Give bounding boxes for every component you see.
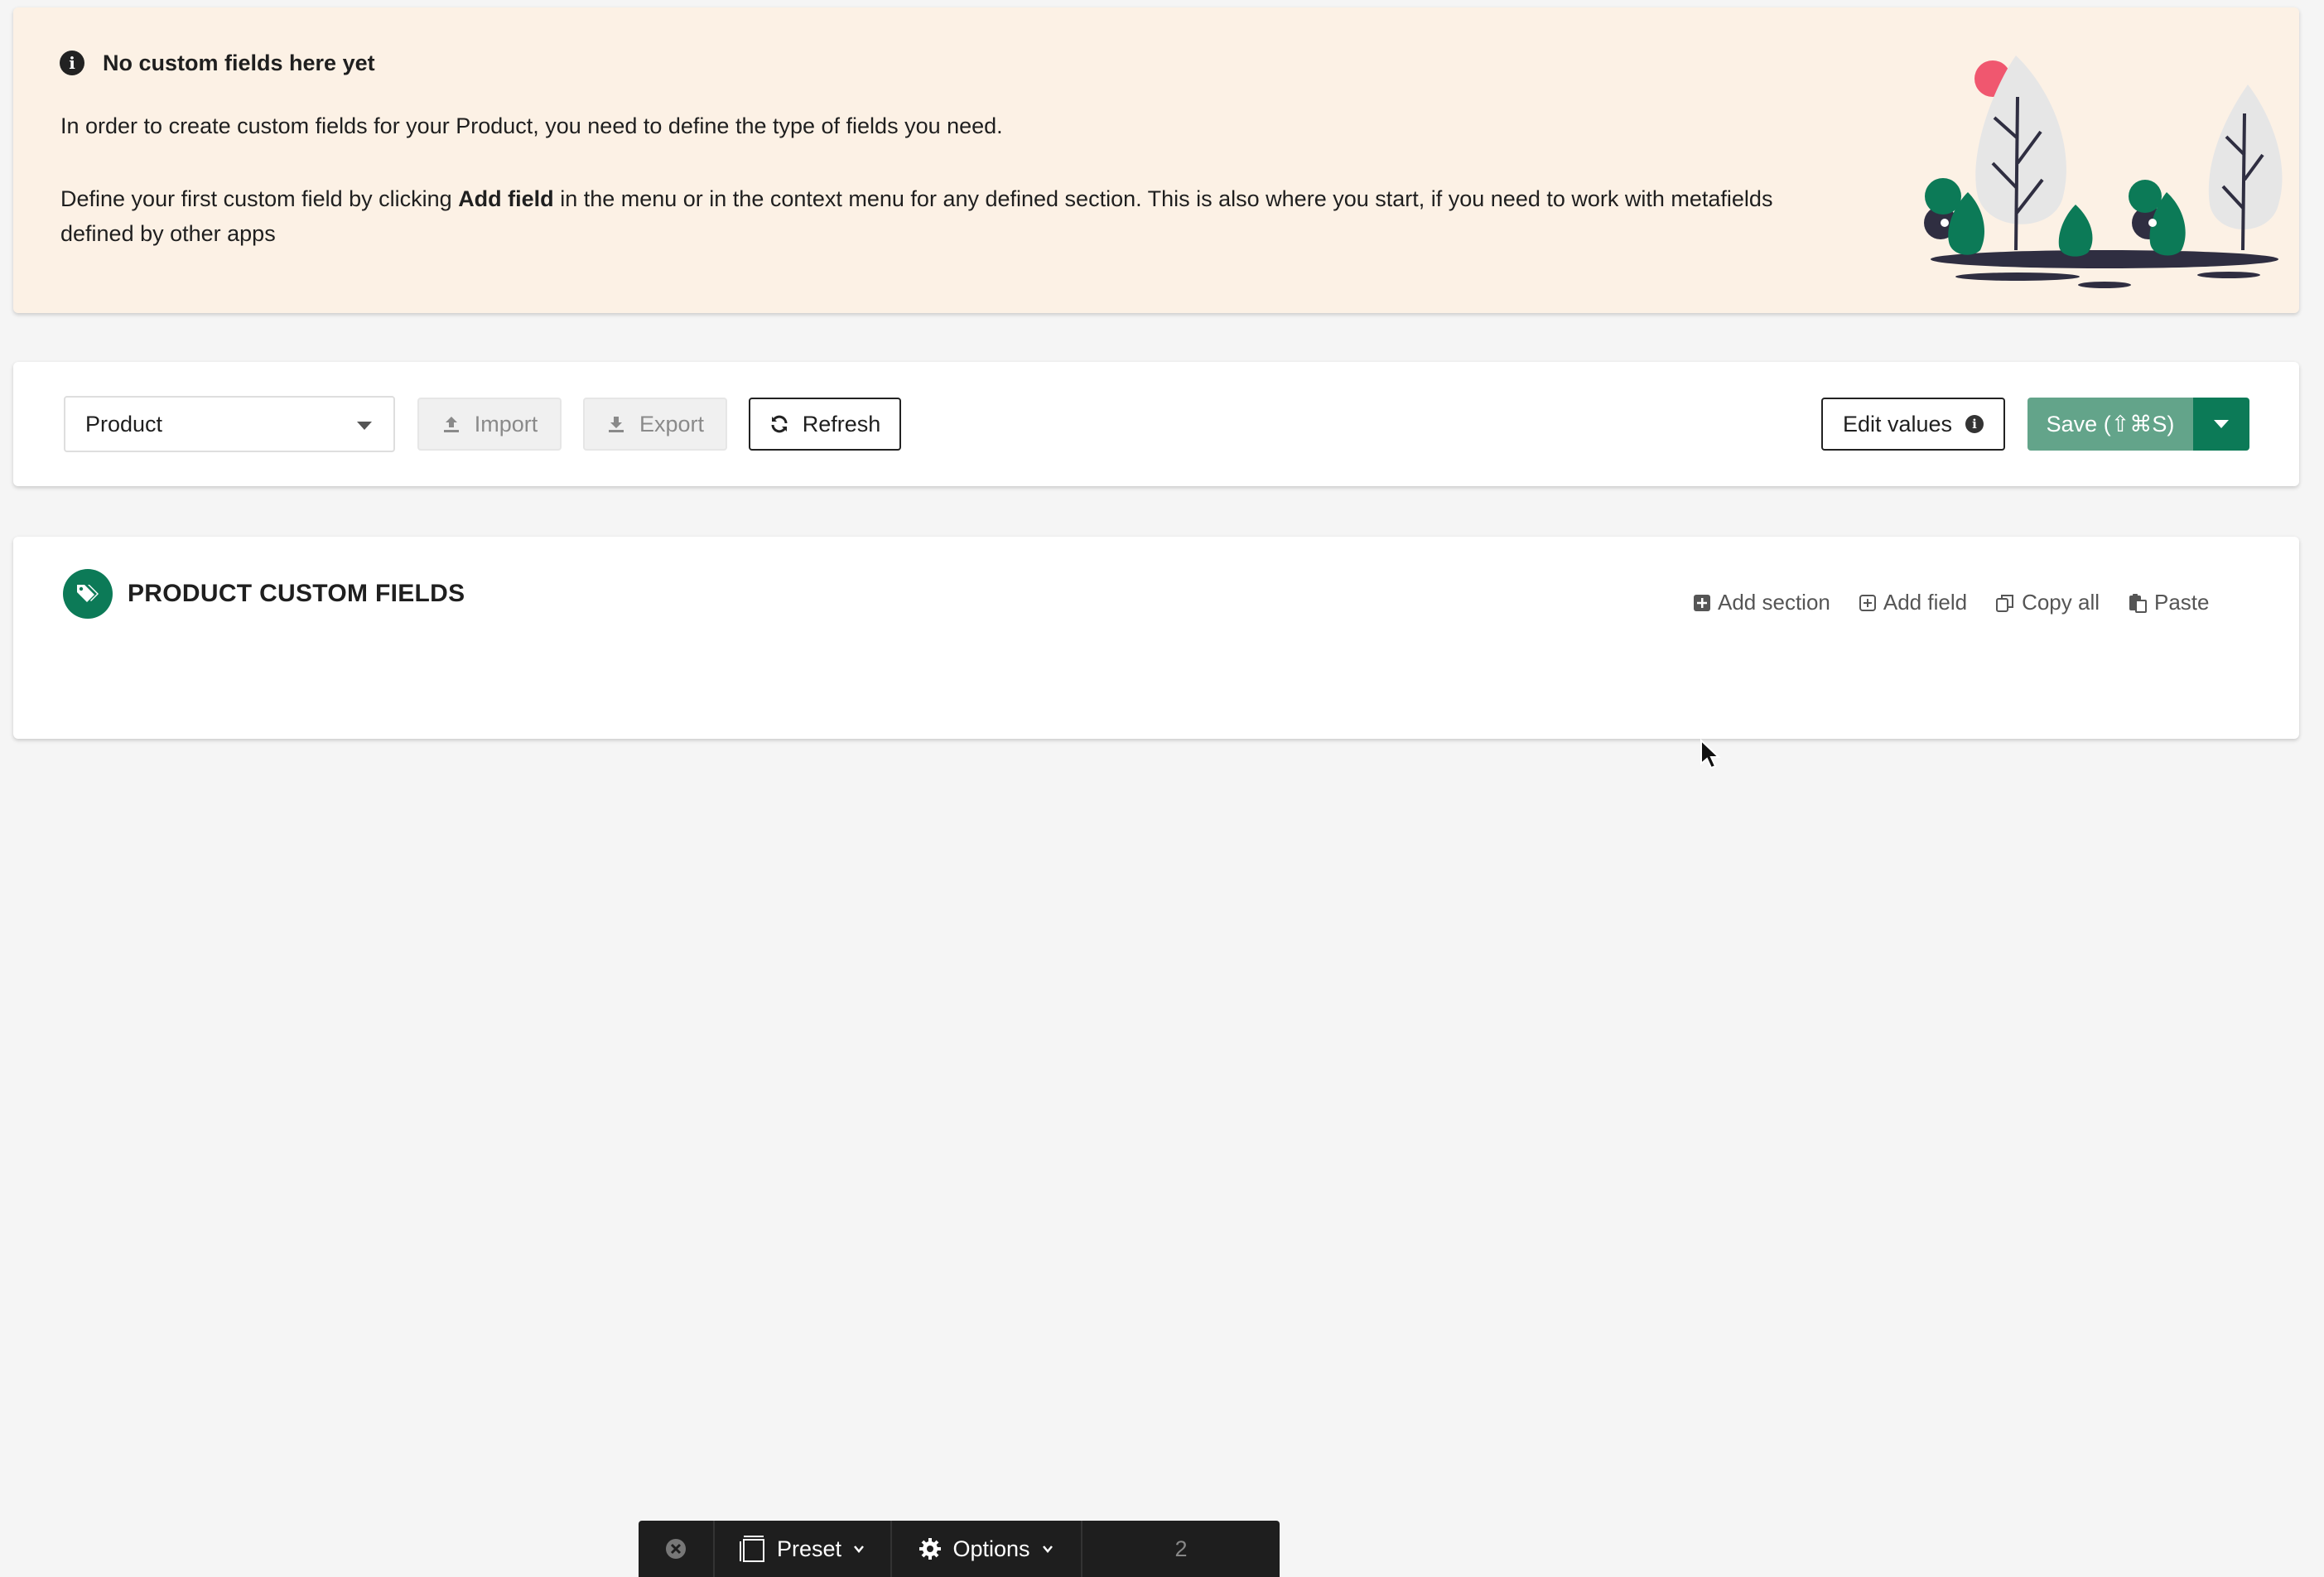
preset-dropdown[interactable]: Preset xyxy=(715,1521,892,1577)
gear-icon xyxy=(919,1538,942,1560)
resource-type-value: Product xyxy=(85,411,163,436)
refresh-icon xyxy=(771,415,788,433)
close-circle-icon xyxy=(666,1539,686,1559)
save-label: Save (⇧⌘S) xyxy=(2046,411,2175,436)
banner-instruction-bold: Add field xyxy=(458,186,554,211)
refresh-label: Refresh xyxy=(802,411,881,436)
save-options-dropdown[interactable] xyxy=(2193,398,2249,451)
save-button[interactable]: Save (⇧⌘S) xyxy=(2027,398,2193,451)
copy-all-label: Copy all xyxy=(2022,590,2100,615)
banner-instruction: Define your first custom field by clicki… xyxy=(60,181,1849,251)
empty-state-banner: i No custom fields here yet In order to … xyxy=(13,7,2299,313)
banner-title-row: i No custom fields here yet xyxy=(60,49,375,77)
chevron-down-icon xyxy=(854,1546,864,1553)
close-button[interactable] xyxy=(639,1521,715,1577)
caret-down-icon xyxy=(2214,420,2229,428)
plus-square-icon xyxy=(1694,594,1710,611)
add-section-label: Add section xyxy=(1718,590,1830,615)
section-title: PRODUCT CUSTOM FIELDS xyxy=(128,580,465,607)
export-button[interactable]: Export xyxy=(583,398,727,451)
trees-illustration xyxy=(1924,55,2283,288)
options-label: Options xyxy=(952,1536,1030,1561)
section-actions: Add section Add field Copy all Paste xyxy=(1693,590,2210,615)
custom-fields-section: PRODUCT CUSTOM FIELDS Add section Add fi… xyxy=(13,537,2299,739)
frame-icon xyxy=(739,1536,764,1562)
info-icon: i xyxy=(1965,415,1984,433)
mouse-cursor-icon xyxy=(1700,739,1721,769)
upload-icon xyxy=(443,417,459,432)
toolbar: Product Import Export Refresh Edit value… xyxy=(13,362,2299,486)
banner-instruction-pre: Define your first custom field by clicki… xyxy=(60,186,459,211)
section-badge xyxy=(63,569,113,619)
resource-type-select[interactable]: Product xyxy=(64,396,395,452)
tags-icon xyxy=(77,585,99,602)
chevron-down-icon xyxy=(357,422,372,430)
copy-all-button[interactable]: Copy all xyxy=(1995,590,2100,615)
edit-values-button[interactable]: Edit values i xyxy=(1821,398,2005,451)
add-section-button[interactable]: Add section xyxy=(1693,590,1830,615)
download-icon xyxy=(608,417,624,432)
add-field-label: Add field xyxy=(1883,590,1968,615)
import-button[interactable]: Import xyxy=(417,398,562,451)
banner-description: In order to create custom fields for you… xyxy=(60,113,1003,138)
bottom-toolbar: Preset Options 2 xyxy=(639,1521,1280,1577)
chevron-down-icon xyxy=(1042,1546,1053,1553)
paste-button[interactable]: Paste xyxy=(2128,590,2210,615)
banner-title: No custom fields here yet xyxy=(103,50,375,75)
plus-square-outline-icon xyxy=(1859,594,1876,611)
page-indicator: 2 xyxy=(1174,1536,1188,1561)
info-icon: i xyxy=(60,51,84,75)
paste-icon xyxy=(2129,593,2147,613)
copy-icon xyxy=(1996,594,2014,612)
preset-label: Preset xyxy=(776,1536,842,1561)
paste-label: Paste xyxy=(2154,590,2210,615)
refresh-button[interactable]: Refresh xyxy=(749,398,901,451)
edit-values-label: Edit values xyxy=(1842,411,1953,436)
import-label: Import xyxy=(474,411,538,436)
options-dropdown[interactable]: Options xyxy=(892,1521,1082,1577)
export-label: Export xyxy=(639,411,705,436)
add-field-button[interactable]: Add field xyxy=(1859,590,1967,615)
